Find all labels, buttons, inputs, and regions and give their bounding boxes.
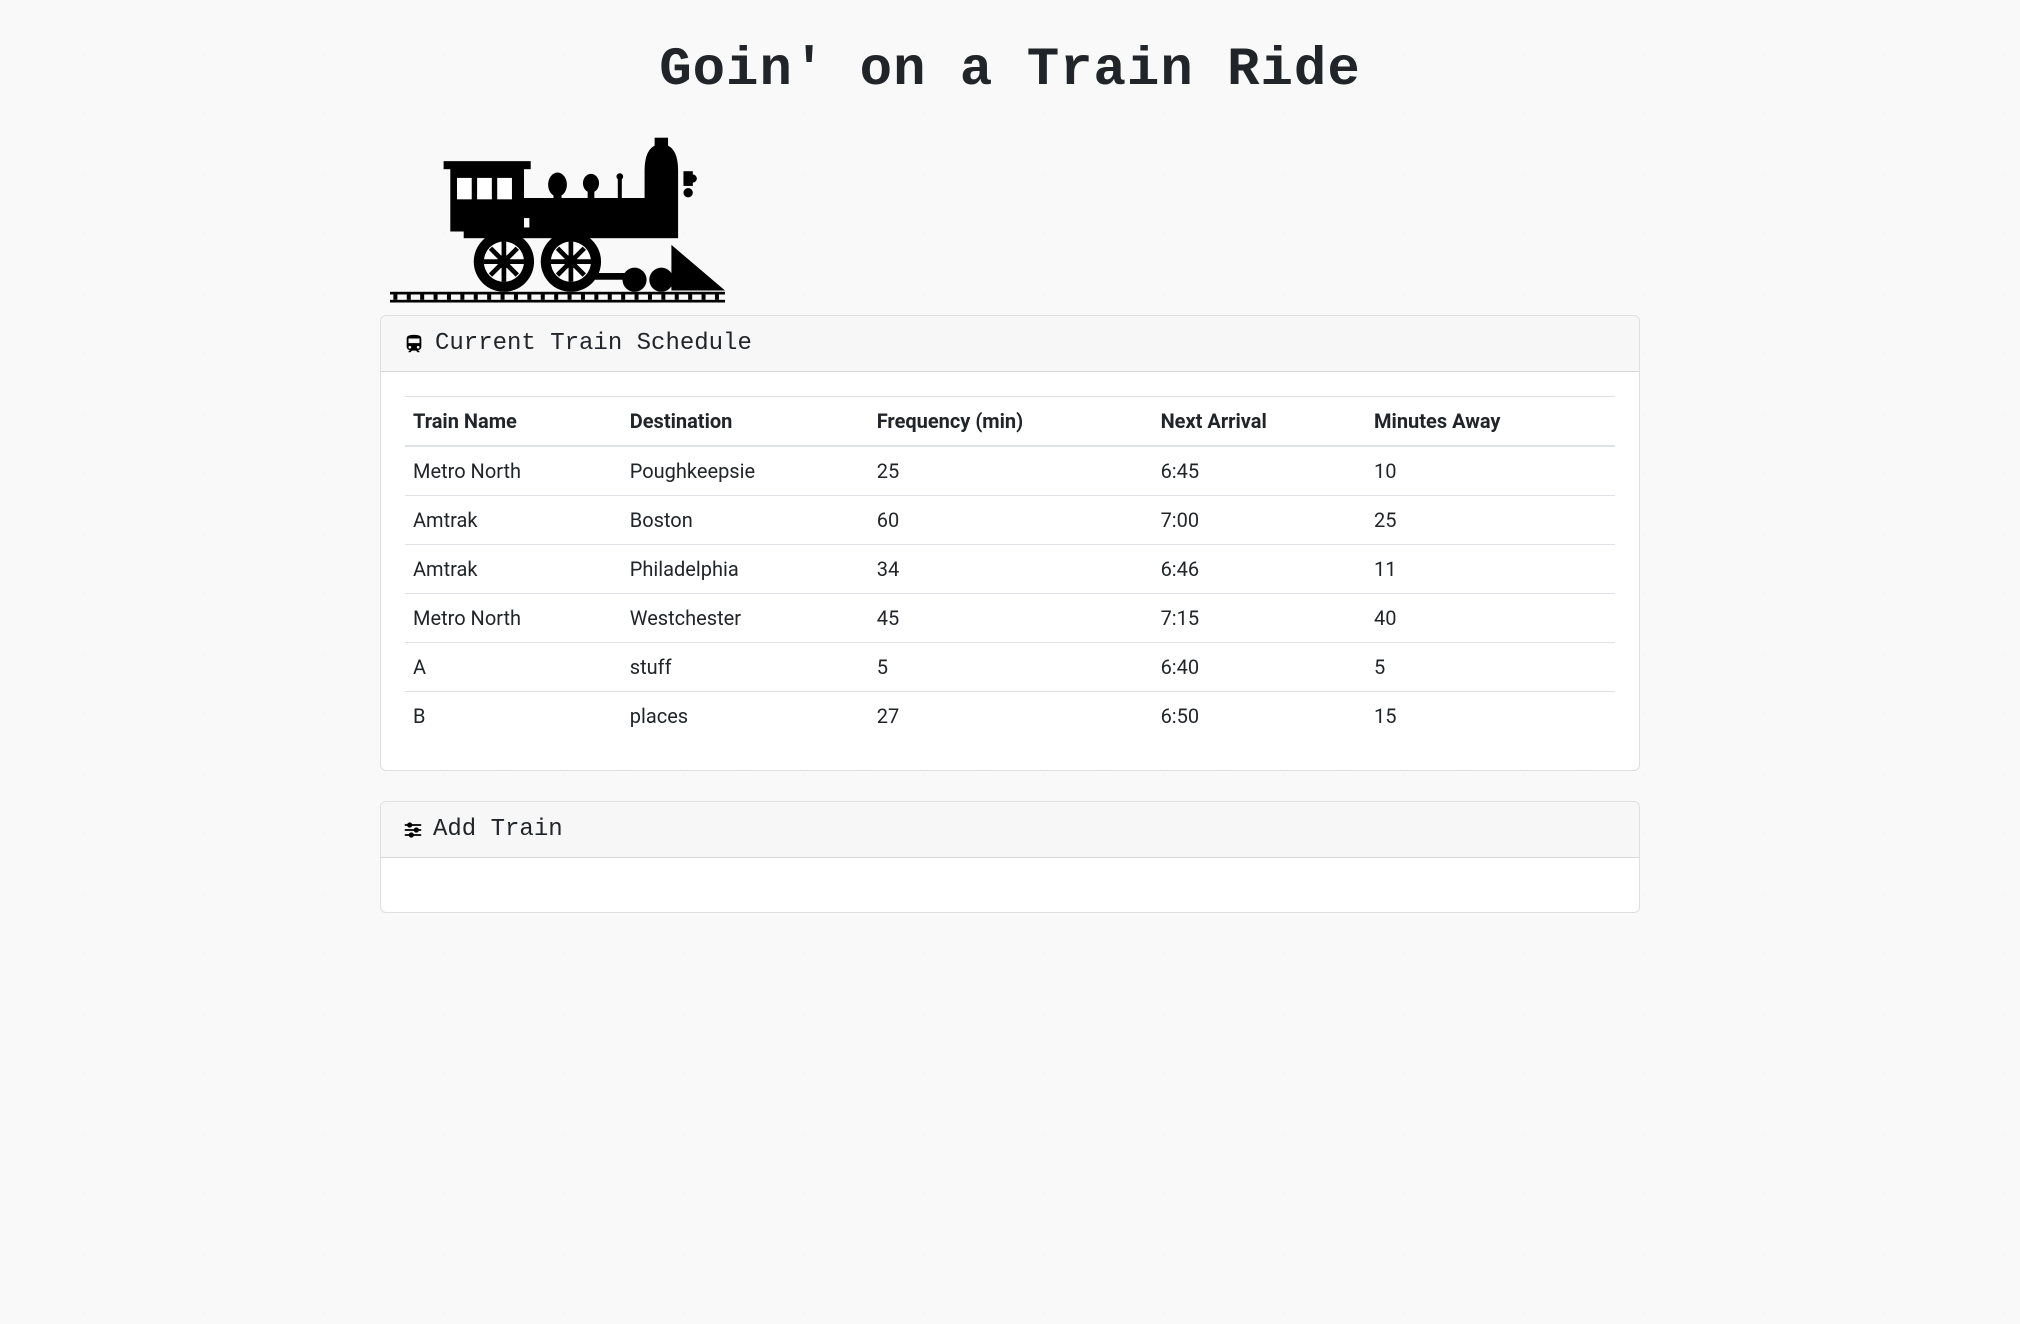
table-cell: 5	[1366, 643, 1615, 692]
table-cell: B	[405, 692, 622, 741]
table-cell: 60	[869, 496, 1153, 545]
col-destination: Destination	[622, 397, 869, 447]
table-cell: Poughkeepsie	[622, 446, 869, 496]
table-cell: 6:50	[1153, 692, 1366, 741]
table-cell: Metro North	[405, 594, 622, 643]
table-cell: Amtrak	[405, 496, 622, 545]
table-cell: 6:40	[1153, 643, 1366, 692]
schedule-card-title: Current Train Schedule	[435, 330, 752, 357]
add-train-card-body	[381, 858, 1639, 912]
table-cell: Amtrak	[405, 545, 622, 594]
col-frequency: Frequency (min)	[869, 397, 1153, 447]
add-train-card-header: Add Train	[381, 802, 1639, 858]
table-header-row: Train Name Destination Frequency (min) N…	[405, 397, 1615, 447]
add-train-card-title: Add Train	[433, 816, 563, 843]
table-cell: 6:45	[1153, 446, 1366, 496]
col-train-name: Train Name	[405, 397, 622, 447]
schedule-card-body: Train Name Destination Frequency (min) N…	[381, 372, 1639, 770]
table-cell: 25	[1366, 496, 1615, 545]
table-row: Metro NorthPoughkeepsie256:4510	[405, 446, 1615, 496]
table-cell: stuff	[622, 643, 869, 692]
table-cell: 6:46	[1153, 545, 1366, 594]
table-cell: 15	[1366, 692, 1615, 741]
col-minutes-away: Minutes Away	[1366, 397, 1615, 447]
table-cell: Metro North	[405, 446, 622, 496]
table-cell: 25	[869, 446, 1153, 496]
table-cell: 40	[1366, 594, 1615, 643]
add-train-card: Add Train	[380, 801, 1640, 913]
table-cell: 11	[1366, 545, 1615, 594]
table-row: Astuff56:405	[405, 643, 1615, 692]
table-row: Bplaces276:5015	[405, 692, 1615, 741]
table-cell: 7:00	[1153, 496, 1366, 545]
table-cell: 5	[869, 643, 1153, 692]
page-container: Goin' on a Train Ride	[380, 0, 1640, 963]
table-cell: A	[405, 643, 622, 692]
train-illustration	[380, 131, 1640, 315]
page-title: Goin' on a Train Ride	[380, 40, 1640, 101]
table-cell: 7:15	[1153, 594, 1366, 643]
table-cell: Philadelphia	[622, 545, 869, 594]
table-row: Metro NorthWestchester457:1540	[405, 594, 1615, 643]
table-cell: Westchester	[622, 594, 869, 643]
table-cell: Boston	[622, 496, 869, 545]
table-cell: 34	[869, 545, 1153, 594]
table-row: AmtrakBoston607:0025	[405, 496, 1615, 545]
table-row: AmtrakPhiladelphia346:4611	[405, 545, 1615, 594]
schedule-card-header: Current Train Schedule	[381, 316, 1639, 372]
schedule-card: Current Train Schedule Train Name Destin…	[380, 315, 1640, 771]
table-cell: 27	[869, 692, 1153, 741]
table-cell: 45	[869, 594, 1153, 643]
table-cell: places	[622, 692, 869, 741]
sliders-icon	[403, 820, 423, 840]
col-next-arrival: Next Arrival	[1153, 397, 1366, 447]
subway-icon	[403, 333, 425, 355]
table-cell: 10	[1366, 446, 1615, 496]
schedule-table: Train Name Destination Frequency (min) N…	[405, 396, 1615, 740]
